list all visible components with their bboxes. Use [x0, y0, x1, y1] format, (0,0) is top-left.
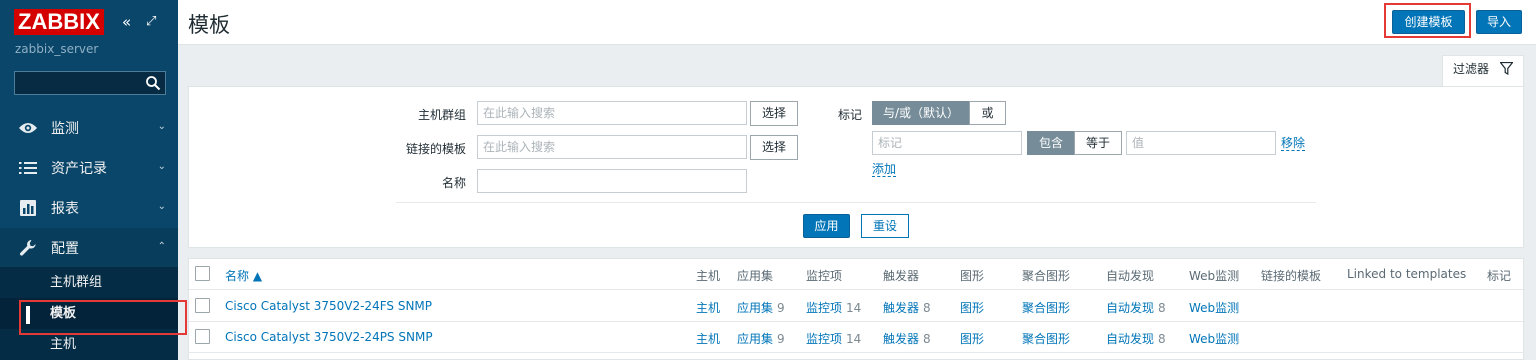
chevron-down-icon: ⌄	[157, 121, 166, 132]
graphs-link[interactable]: 图形	[960, 330, 984, 347]
items-link[interactable]: 监控项	[806, 332, 842, 346]
page-title: 模板	[188, 13, 230, 37]
submenu-item-host-groups[interactable]: 主机群组	[0, 267, 178, 298]
applications-link[interactable]: 应用集	[737, 332, 773, 346]
triggers-count: 8	[923, 301, 931, 315]
reset-button[interactable]: 重设	[861, 214, 909, 238]
row-divider	[189, 321, 1525, 322]
sidebar-item-configuration[interactable]: 配置 ⌃	[0, 228, 178, 268]
discovery-count: 8	[1158, 301, 1166, 315]
sidebar-item-label: 配置	[51, 241, 79, 257]
items-count: 14	[846, 332, 862, 346]
screens-link[interactable]: 聚合图形	[1022, 299, 1070, 316]
screens-link[interactable]: 聚合图形	[1022, 330, 1070, 347]
highlight-box-create	[1384, 3, 1471, 38]
row-divider	[189, 289, 1525, 290]
sidebar-item-label: 监测	[51, 121, 79, 137]
tags-label: 标记	[837, 108, 862, 122]
column-header-applications: 应用集	[737, 269, 774, 283]
filter-tab-label: 过滤器	[1453, 62, 1490, 76]
chevron-down-icon: ⌄	[157, 161, 166, 172]
or-toggle[interactable]: 或	[969, 101, 1006, 125]
tag-input[interactable]: 标记	[872, 131, 1022, 155]
template-name-link[interactable]: Cisco Catalyst 3750V2-24PS SNMP	[225, 330, 433, 344]
list-icon	[17, 157, 39, 179]
zabbix-logo[interactable]: ZABBIX	[14, 9, 104, 35]
template-name-link[interactable]: Cisco Catalyst 3750V2-24FS SNMP	[225, 299, 432, 313]
linked-templates-label: 链接的模板	[405, 142, 466, 156]
and-or-toggle[interactable]: 与/或（默认）	[872, 101, 970, 125]
highlight-box-templates	[19, 300, 187, 335]
filter-divider	[396, 202, 1316, 203]
add-tag-link[interactable]: 添加	[872, 162, 897, 177]
sidebar-item-label: 资产记录	[51, 161, 107, 177]
linked-templates-select-button[interactable]: 选择	[750, 135, 798, 160]
templates-table: 名称 ▲ 主机 应用集 监控项 触发器 图形 聚合图形 自动发现 Web监测 链…	[188, 258, 1525, 360]
discovery-count: 8	[1158, 332, 1166, 346]
sidebar-item-reports[interactable]: 报表 ⌄	[0, 188, 178, 228]
web-link[interactable]: Web监测	[1189, 299, 1239, 316]
column-header-items: 监控项	[806, 269, 843, 283]
column-header-linked-to-templates: Linked to templates	[1347, 267, 1467, 281]
row-divider	[189, 352, 1525, 353]
apply-button[interactable]: 应用	[803, 214, 850, 238]
column-header-hosts: 主机	[696, 269, 721, 283]
column-header-linked-templates: 链接的模板	[1261, 269, 1322, 283]
tab-filter[interactable]: 过滤器	[1442, 55, 1524, 88]
sidebar-search-input[interactable]	[14, 71, 166, 95]
applications-count: 9	[777, 332, 785, 346]
column-header-graphs: 图形	[960, 269, 985, 283]
host-group-input[interactable]: 在此输入搜索	[477, 101, 747, 125]
kiosk-mode-icon[interactable]: ⤢	[146, 14, 156, 30]
search-icon[interactable]	[145, 75, 161, 91]
equals-toggle[interactable]: 等于	[1074, 131, 1122, 155]
bar-chart-icon	[17, 197, 39, 219]
sidebar-item-inventory[interactable]: 资产记录 ⌄	[0, 148, 178, 188]
column-header-web: Web监测	[1189, 269, 1240, 283]
row-checkbox[interactable]	[195, 329, 210, 344]
select-all-checkbox[interactable]	[195, 266, 210, 281]
sidebar: ZABBIX « ⤢ zabbix_server 监测 ⌄ 资产记录 ⌄ 报表 …	[0, 0, 187, 360]
triggers-link[interactable]: 触发器	[883, 301, 919, 315]
host-group-label: 主机群组	[417, 108, 466, 122]
triggers-link[interactable]: 触发器	[883, 332, 919, 346]
eye-icon	[17, 117, 39, 139]
column-header-tags: 标记	[1487, 269, 1512, 283]
hosts-link[interactable]: 主机	[696, 299, 720, 316]
applications-link[interactable]: 应用集	[737, 301, 773, 315]
row-checkbox[interactable]	[195, 298, 210, 313]
chevron-down-icon: ⌄	[157, 201, 166, 212]
graphs-link[interactable]: 图形	[960, 299, 984, 316]
column-header-name[interactable]: 名称 ▲	[225, 267, 262, 284]
web-link[interactable]: Web监测	[1189, 330, 1239, 347]
column-header-screens: 聚合图形	[1022, 269, 1071, 283]
discovery-link[interactable]: 自动发现	[1106, 301, 1154, 315]
column-header-triggers: 触发器	[883, 269, 920, 283]
name-input[interactable]	[477, 169, 747, 193]
server-name: zabbix_server	[15, 42, 99, 56]
discovery-link[interactable]: 自动发现	[1106, 332, 1154, 346]
sidebar-item-monitoring[interactable]: 监测 ⌄	[0, 108, 178, 148]
import-button[interactable]: 导入	[1476, 10, 1522, 34]
linked-templates-input[interactable]: 在此输入搜索	[477, 135, 747, 159]
wrench-icon	[17, 237, 39, 259]
remove-tag-link[interactable]: 移除	[1281, 136, 1306, 151]
collapse-sidebar-icon[interactable]: «	[122, 14, 131, 30]
hosts-link[interactable]: 主机	[696, 330, 720, 347]
applications-count: 9	[777, 301, 785, 315]
tag-value-input[interactable]: 值	[1126, 131, 1276, 155]
items-count: 14	[846, 301, 862, 315]
triggers-count: 8	[923, 332, 931, 346]
chevron-up-icon: ⌃	[157, 241, 166, 252]
column-header-discovery: 自动发现	[1106, 269, 1155, 283]
sidebar-item-label: 报表	[51, 201, 79, 217]
name-label: 名称	[441, 176, 466, 190]
host-group-select-button[interactable]: 选择	[750, 101, 798, 126]
items-link[interactable]: 监控项	[806, 301, 842, 315]
header-bar: 模板	[178, 0, 1536, 45]
filter-icon	[1500, 62, 1513, 75]
contains-toggle[interactable]: 包含	[1027, 131, 1075, 155]
